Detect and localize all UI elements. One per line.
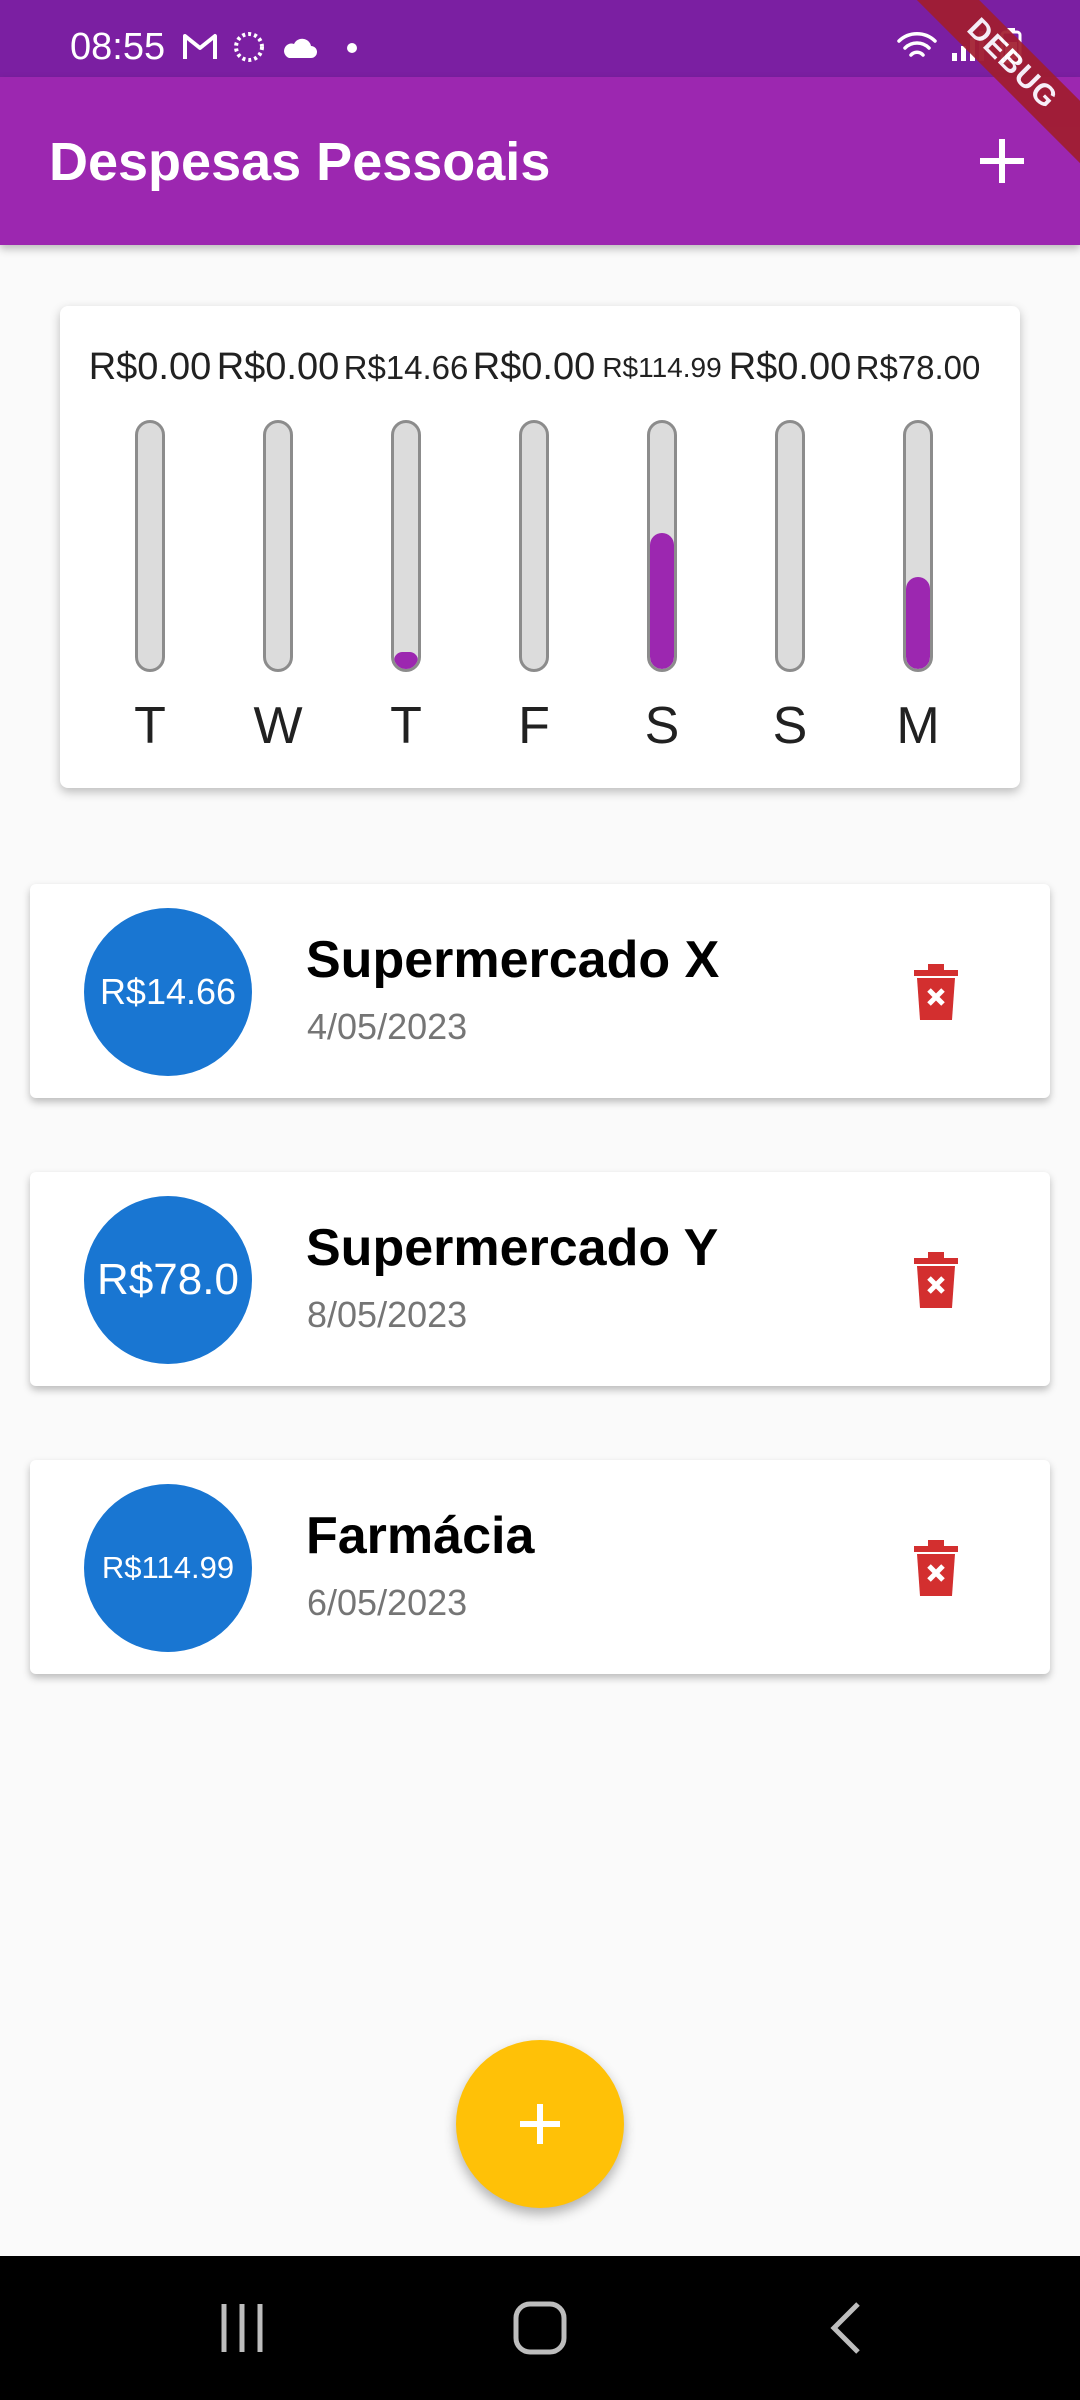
chart-bar-track (519, 420, 549, 672)
delete-icon (914, 1540, 958, 1596)
delete-button[interactable] (904, 1248, 968, 1312)
chart-value-label: R$0.00 (88, 346, 212, 388)
chart-value-label: R$0.00 (728, 346, 852, 388)
chart-day-label: F (518, 697, 550, 755)
chart-bar-track (135, 420, 165, 672)
plus-icon (520, 2104, 560, 2144)
chart-day-label: S (644, 697, 680, 755)
amount-avatar: R$14.66 (84, 908, 252, 1076)
delete-button[interactable] (904, 1536, 968, 1600)
add-transaction-button[interactable] (964, 123, 1040, 199)
system-nav-bar (0, 2256, 1080, 2400)
sync-icon (232, 30, 266, 69)
delete-icon (914, 964, 958, 1020)
transaction-card: R$78.0 Supermercado Y 8/05/2023 (30, 1172, 1050, 1386)
back-button[interactable] (806, 2296, 886, 2360)
chart-bar-column: R$78.00 M (854, 306, 982, 788)
dot-icon (346, 41, 358, 59)
app-title: Despesas Pessoais (49, 132, 551, 192)
gmail-icon (182, 32, 218, 67)
chart-value-label: R$0.00 (216, 346, 340, 388)
chart-bar-column: R$0.00 S (726, 306, 854, 788)
transaction-card: R$14.66 Supermercado X 4/05/2023 (30, 884, 1050, 1098)
chart-day-label: M (896, 697, 940, 755)
transaction-title: Farmácia (306, 1507, 535, 1565)
transaction-date: 6/05/2023 (307, 1582, 468, 1623)
chart-bar-track (391, 420, 421, 672)
chart-bar-track (903, 420, 933, 672)
transaction-title: Supermercado Y (306, 1219, 719, 1277)
status-bar: 08:55 (0, 0, 1080, 77)
chart-bar-fill (394, 651, 418, 669)
chart-day-label: T (134, 697, 166, 755)
chart-bar-column: R$0.00 W (214, 306, 342, 788)
wifi-icon (896, 29, 938, 68)
chart-bar-column: R$0.00 F (470, 306, 598, 788)
app-bar: Despesas Pessoais (0, 77, 1080, 245)
chart-value-label: R$78.00 (855, 349, 981, 386)
home-icon (513, 2301, 567, 2355)
status-time: 08:55 (70, 26, 166, 68)
fab-add-button[interactable] (456, 2040, 624, 2208)
transaction-date: 8/05/2023 (307, 1294, 468, 1335)
delete-button[interactable] (904, 960, 968, 1024)
chart-value-label: R$0.00 (472, 346, 596, 388)
cloud-icon (280, 34, 318, 65)
chart-bar-track (775, 420, 805, 672)
status-icons-left (182, 30, 358, 69)
recent-apps-icon (221, 2304, 263, 2352)
chart-bar-column: R$0.00 T (86, 306, 214, 788)
delete-icon (914, 1252, 958, 1308)
back-icon (830, 2302, 860, 2354)
home-button[interactable] (500, 2296, 580, 2360)
transaction-card: R$114.99 Farmácia 6/05/2023 (30, 1460, 1050, 1674)
amount-avatar: R$114.99 (84, 1484, 252, 1652)
transaction-date: 4/05/2023 (307, 1006, 468, 1047)
chart-day-label: W (253, 697, 303, 755)
transaction-title: Supermercado X (306, 931, 720, 989)
chart-bar-track (647, 420, 677, 672)
chart-bar-column: R$14.66 T (342, 306, 470, 788)
chart-bar-column: R$114.99 S (598, 306, 726, 788)
chart-value-label: R$114.99 (602, 352, 722, 383)
chart-day-label: S (772, 697, 808, 755)
chart-value-label: R$14.66 (343, 349, 469, 386)
weekly-chart-card: R$0.00 T R$0.00 W R$14.66 T R$0.00 F R$1… (60, 306, 1020, 788)
chart-bar-fill (650, 532, 674, 669)
plus-icon (980, 139, 1024, 183)
amount-avatar: R$78.0 (84, 1196, 252, 1364)
screen: 08:55 DEBUG Despesas Pessoais R$0.00 T R… (0, 0, 1080, 2400)
chart-bar-fill (906, 576, 930, 669)
recent-apps-button[interactable] (202, 2296, 282, 2360)
chart-bar-track (263, 420, 293, 672)
chart-day-label: T (390, 697, 422, 755)
